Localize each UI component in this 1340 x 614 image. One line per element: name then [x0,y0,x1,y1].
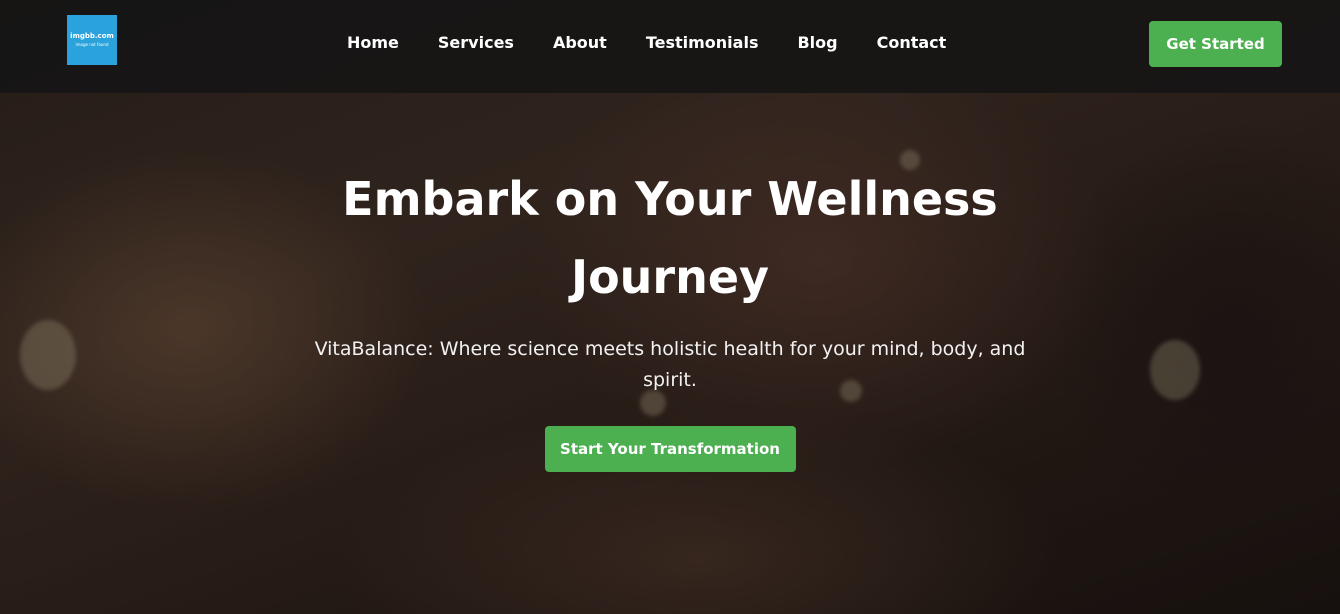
get-started-button[interactable]: Get Started [1149,21,1282,67]
nav-link-testimonials[interactable]: Testimonials [646,33,759,53]
start-transformation-button[interactable]: Start Your Transformation [544,426,796,472]
nav-link-about[interactable]: About [553,33,607,53]
site-logo[interactable]: imgbb.com image not found [67,15,117,65]
hero-subtitle: VitaBalance: Where science meets holisti… [314,338,1026,391]
hero-content: Embark on Your Wellness Journey VitaBala… [0,160,1340,472]
nav-link-services[interactable]: Services [438,33,514,53]
logo-subtext: image not found [75,42,109,47]
logo-text: imgbb.com [70,32,114,40]
hero-section: imgbb.com image not found Home Services … [0,0,1340,614]
nav-link-home[interactable]: Home [347,33,399,53]
nav-link-blog[interactable]: Blog [797,33,837,53]
hero-title: Embark on Your Wellness Journey [342,172,998,304]
main-nav: Home Services About Testimonials Blog Co… [347,33,985,53]
navbar: imgbb.com image not found Home Services … [0,0,1340,93]
nav-link-contact[interactable]: Contact [877,33,947,53]
